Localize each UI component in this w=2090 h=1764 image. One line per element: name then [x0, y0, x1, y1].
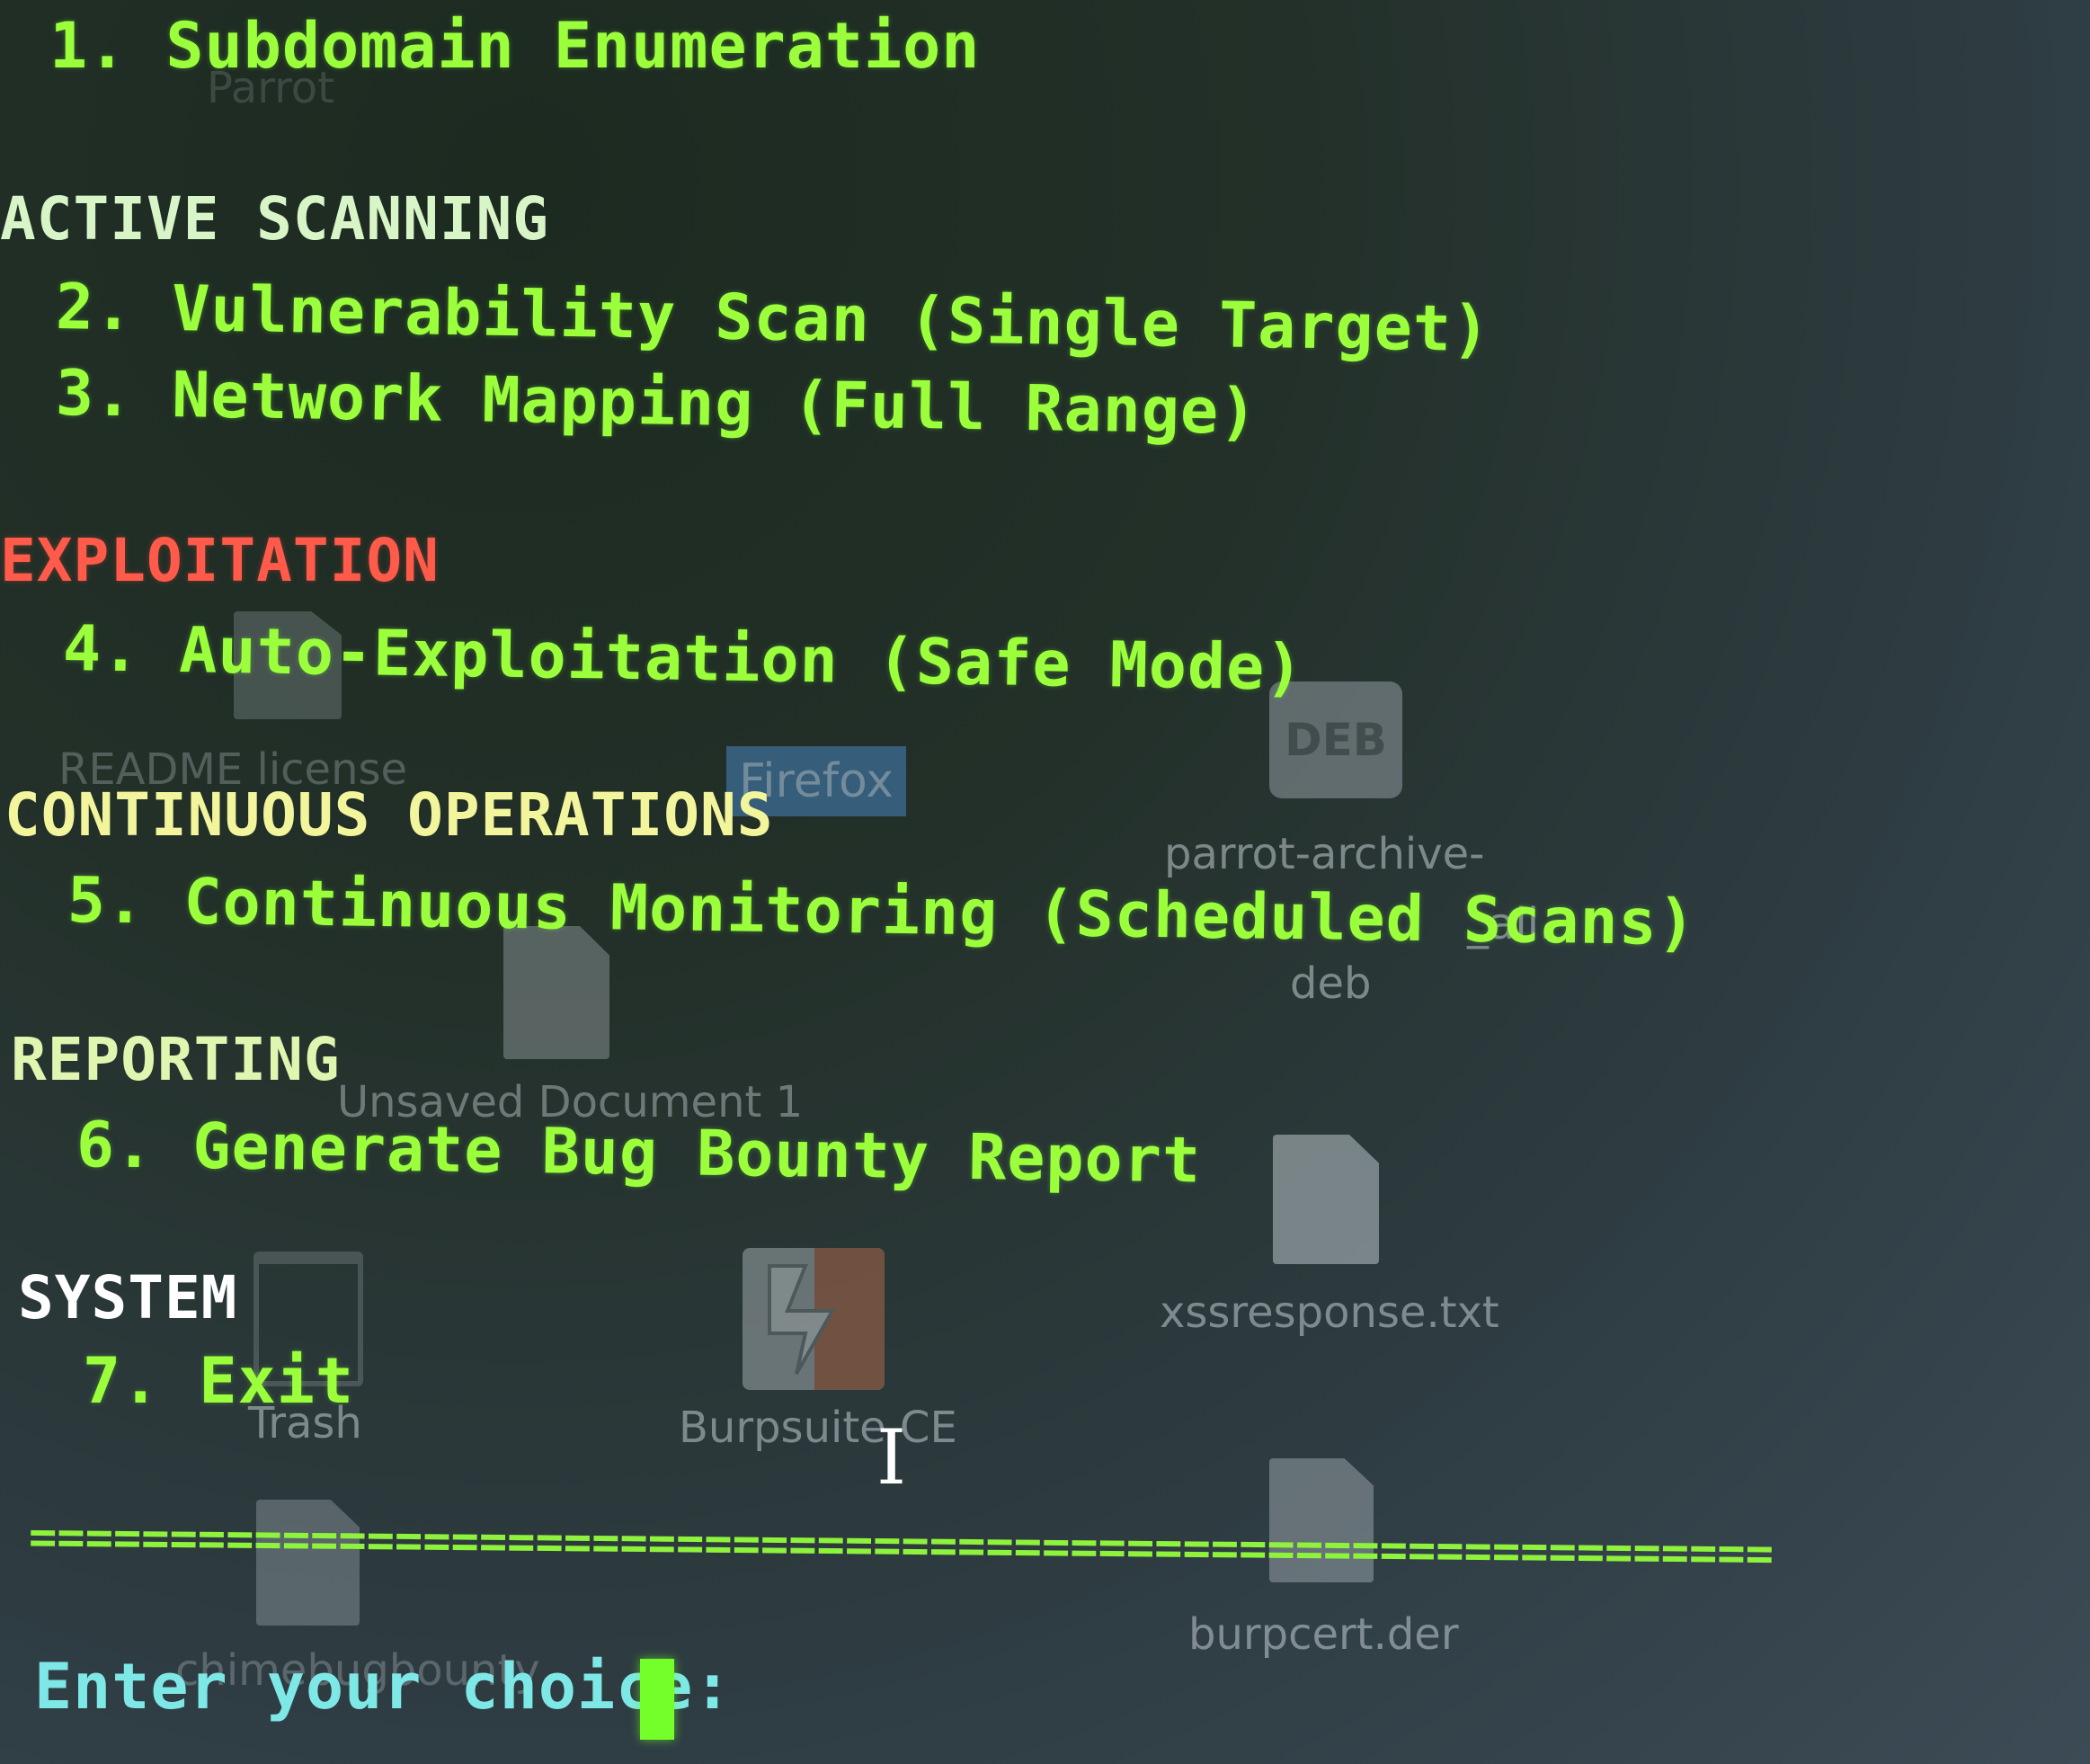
menu-item-subdomain-enumeration: 1. Subdomain Enumeration — [49, 9, 981, 83]
menu-item-network-mapping: 3. Network Mapping (Full Range) — [55, 356, 1258, 450]
menu-item-continuous-monitoring: 5. Continuous Monitoring (Scheduled Scan… — [67, 863, 1697, 960]
section-heading-system: SYSTEM — [18, 1263, 238, 1332]
menu-item-auto-exploitation: 4. Auto-Exploitation (Safe Mode) — [62, 611, 1305, 705]
menu-item-exit: 7. Exit — [83, 1344, 355, 1418]
text-cursor[interactable] — [640, 1659, 674, 1740]
separator-line: ========================================… — [28, 1510, 1774, 1581]
mouse-ibeam-cursor-icon: I — [876, 1413, 907, 1501]
section-heading-continuous-operations: CONTINUOUS OPERATIONS — [4, 780, 774, 850]
menu-item-generate-report: 6. Generate Bug Bounty Report — [76, 1108, 1202, 1198]
section-heading-reporting: REPORTING — [11, 1025, 341, 1094]
menu-item-vulnerability-scan: 2. Vulnerability Scan (Single Target) — [55, 270, 1491, 367]
section-heading-active-scanning: ACTIVE SCANNING — [0, 184, 550, 254]
section-heading-exploitation: EXPLOITATION — [0, 526, 440, 595]
terminal-window[interactable]: 1. Subdomain Enumeration ACTIVE SCANNING… — [0, 0, 2090, 1764]
